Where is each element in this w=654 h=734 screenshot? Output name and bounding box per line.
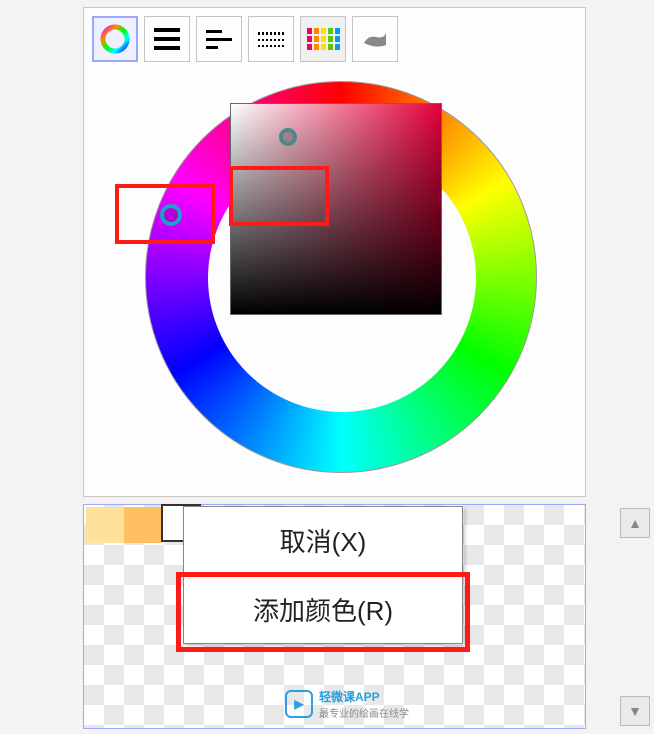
swatch[interactable] [86,507,124,543]
watermark-tagline: 最专业的绘画在线学 [319,705,409,720]
brush-icon [362,29,388,49]
menu-cancel[interactable]: 取消(X) [184,507,462,575]
hue-marker[interactable] [160,204,182,226]
mode-lines-varied-button[interactable] [196,16,242,62]
color-picker-panel [83,7,586,497]
lines-varied-icon [206,30,232,49]
sv-marker[interactable] [279,128,297,146]
mode-grid-button[interactable] [300,16,346,62]
dotted-lines-icon [258,32,284,47]
mode-lines-button[interactable] [144,16,190,62]
swatch-scroll-down-button[interactable]: ▼ [620,696,650,726]
swatch[interactable] [124,507,162,543]
watermark-brand: 轻微课APP [319,690,380,704]
saturation-value-box[interactable] [230,103,442,315]
color-grid-icon [307,28,340,50]
watermark: ▶ 轻微课APP 最专业的绘画在线学 [285,688,409,720]
picker-mode-toolbar [92,16,398,62]
color-wheel-icon [100,24,130,54]
mode-dotted-button[interactable] [248,16,294,62]
watermark-logo-icon: ▶ [285,690,313,718]
mode-brush-button[interactable] [352,16,398,62]
swatch-scroll-up-button[interactable]: ▲ [620,508,650,538]
mode-color-wheel-button[interactable] [92,16,138,62]
swatch-context-menu: 取消(X) 添加颜色(R) [183,506,463,644]
lines-icon [154,28,180,50]
menu-add-color[interactable]: 添加颜色(R) [184,575,462,643]
